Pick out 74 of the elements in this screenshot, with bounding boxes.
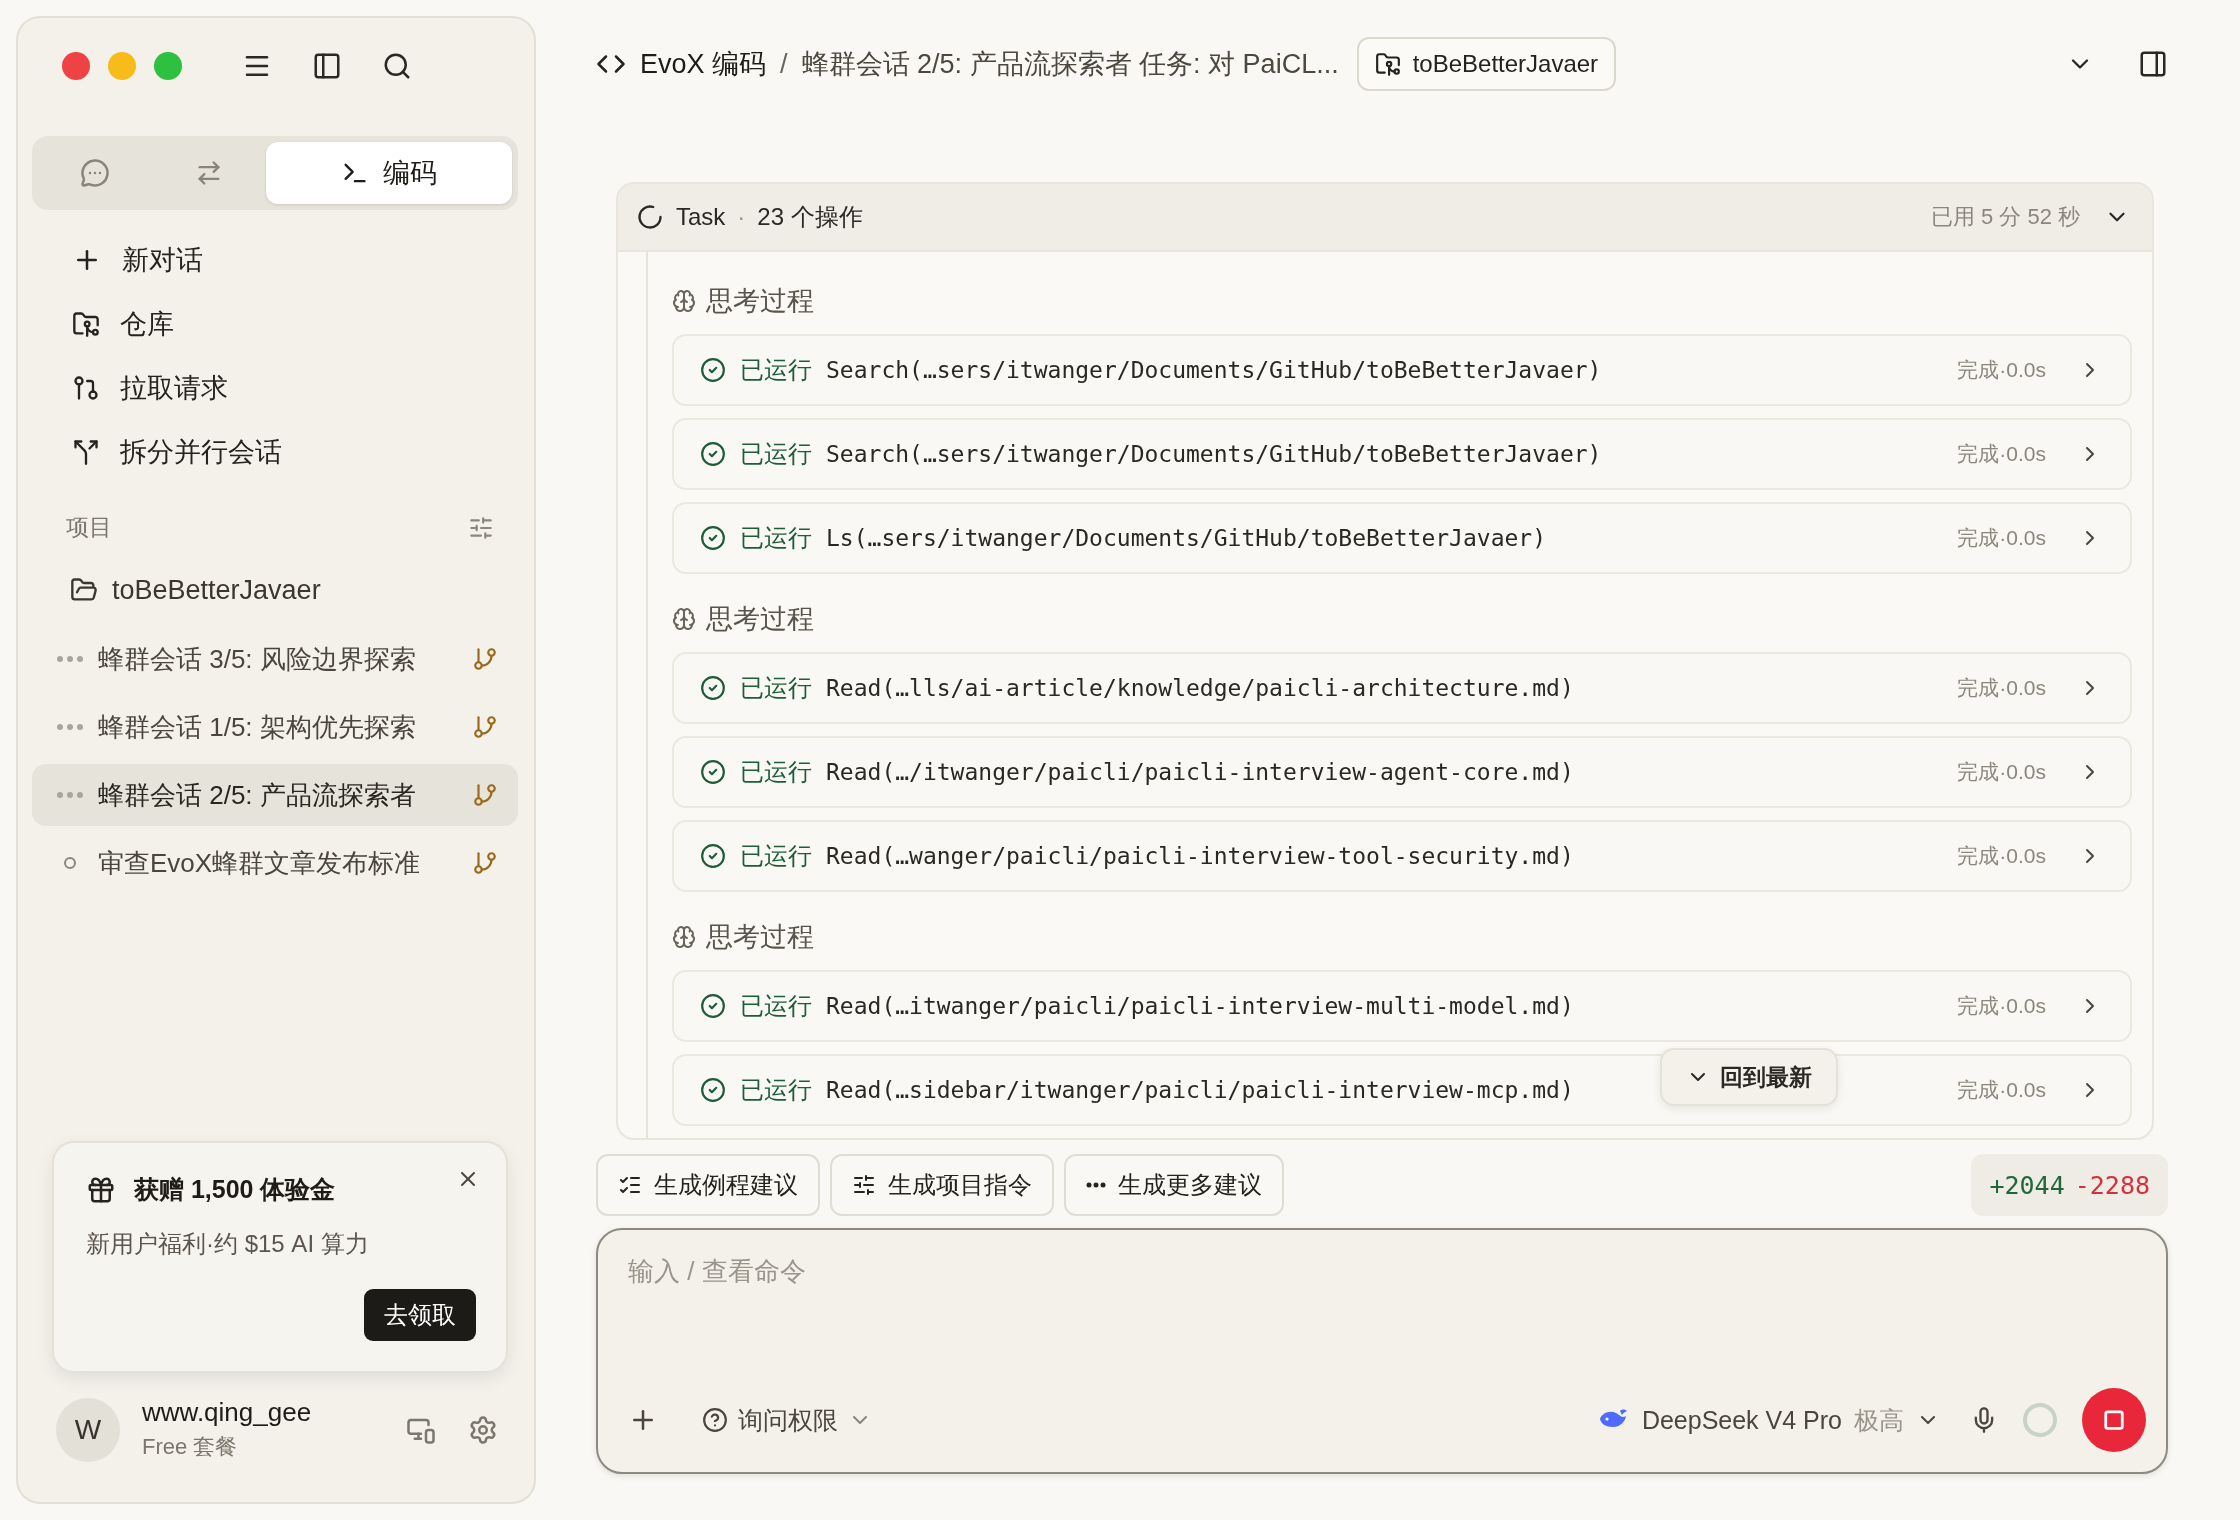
check-circle-icon [700,759,726,785]
close-window-button[interactable] [62,52,90,80]
check-circle-icon [700,525,726,551]
model-dropdown[interactable]: DeepSeek V4 Pro 极高 [1591,1402,1946,1438]
check-circle-icon [700,843,726,869]
tool-step[interactable]: 已运行 Search(…sers/itwanger/Documents/GitHub/toBeBetterJavaer) 完成·0.0s [672,334,2132,406]
message-input[interactable]: 输入 / 查看命令 [628,1250,2146,1293]
gift-icon [86,1174,116,1205]
help-circle-icon [702,1407,728,1433]
session-item[interactable]: 蜂群会话 3/5: 风险边界探索 [32,628,518,690]
task-header[interactable]: Task · 23 个操作 已用 5 分 52 秒 [618,184,2152,252]
chat-bubble-icon [79,158,110,188]
split-arrows-icon [72,438,100,466]
check-circle-icon [700,993,726,1019]
tool-step[interactable]: 已运行 Read(…itwanger/paicli/paicli-interview-multi-model.md) 完成·0.0s [672,970,2132,1042]
thinking-label: 思考过程 [706,921,814,954]
branch-icon [472,646,498,672]
stop-icon [2103,1409,2125,1431]
tool-step[interactable]: 已运行 Read(…lls/ai-article/knowledge/paicli-architecture.md) 完成·0.0s [672,652,2132,724]
promo-title: 获赠 1,500 体验金 [134,1174,336,1205]
jump-to-latest-button[interactable]: 回到最新 [1660,1048,1838,1106]
panel-toggle-button[interactable] [2138,49,2168,79]
progress-ring-icon [2022,1402,2058,1438]
session-item[interactable]: 蜂群会话 2/5: 产品流探索者 [32,764,518,826]
branch-icon [472,782,498,808]
session-item[interactable]: 蜂群会话 1/5: 架构优先探索 [32,696,518,758]
branch-icon [472,850,498,876]
thinking-label: 思考过程 [706,285,814,318]
tool-step[interactable]: 已运行 Ls(…sers/itwanger/Documents/GitHub/toBeBetterJavaer) 完成·0.0s [672,502,2132,574]
search-button[interactable] [382,51,412,81]
breadcrumb-item[interactable]: EvoX 编码 [640,46,767,82]
nav-item[interactable]: 仓库 [32,292,518,356]
spinner-icon [636,203,664,231]
thinking-label: 思考过程 [706,603,814,636]
nav-item[interactable]: 新对话 [32,228,518,292]
promo-text: 新用户福利·约 $15 AI 算力 [86,1229,370,1259]
removed-lines: -2288 [2074,1170,2150,1200]
sidebar-toggle-button[interactable] [312,51,342,81]
repo-chip[interactable]: toBeBetterJavaer [1356,37,1617,91]
session-item[interactable]: 审查EvoX蜂群文章发布标准 [32,832,518,894]
added-lines: +2044 [1989,1170,2065,1200]
nav-item[interactable]: 拆分并行会话 [32,420,518,484]
tool-step[interactable]: 已运行 Read(…wanger/paicli/paicli-interview-tool-security.md) 完成·0.0s [672,820,2132,892]
settings-button[interactable] [468,1414,498,1445]
sliders-icon [852,1173,876,1197]
check-circle-icon [700,1077,726,1103]
nav-item[interactable]: 拉取请求 [32,356,518,420]
brain-icon [672,289,696,313]
project-item[interactable]: toBeBetterJavaer [32,555,518,625]
pull-request-icon [72,374,100,402]
suggestion-button[interactable]: 生成更多建议 [1064,1154,1284,1216]
breadcrumb-separator: / [780,48,788,80]
check-circle-icon [700,675,726,701]
breadcrumb-item[interactable]: 蜂群会话 2/5: 产品流探索者 任务: 对 PaiCL... [801,46,1339,82]
folder-branch-icon [72,310,100,338]
section-heading: 项目 [66,513,112,542]
tool-step[interactable]: 已运行 Read(…/itwanger/paicli/paicli-interview-agent-core.md) 完成·0.0s [672,736,2132,808]
suggestion-button[interactable]: 生成例程建议 [596,1154,820,1216]
ellipsis-icon [1086,1182,1106,1188]
folder-branch-icon [1374,51,1401,77]
brain-icon [672,925,696,949]
user-name: www.qing_gee [142,1397,313,1428]
mode-tab[interactable]: 编码 [265,142,512,204]
suggestion-button[interactable]: 生成项目指令 [830,1154,1054,1216]
filter-button[interactable] [468,514,494,541]
claim-button[interactable]: 去领取 [364,1289,476,1341]
avatar[interactable]: W [56,1397,120,1462]
check-circle-icon [700,357,726,383]
branch-icon [472,714,498,740]
tool-step[interactable]: 已运行 Search(…sers/itwanger/Documents/GitHub/toBeBetterJavaer) 完成·0.0s [672,418,2132,490]
plan-label: Free 套餐 [142,1433,239,1461]
permission-dropdown[interactable]: 询问权限 [682,1403,872,1437]
check-circle-icon [700,441,726,467]
brain-icon [672,607,696,631]
